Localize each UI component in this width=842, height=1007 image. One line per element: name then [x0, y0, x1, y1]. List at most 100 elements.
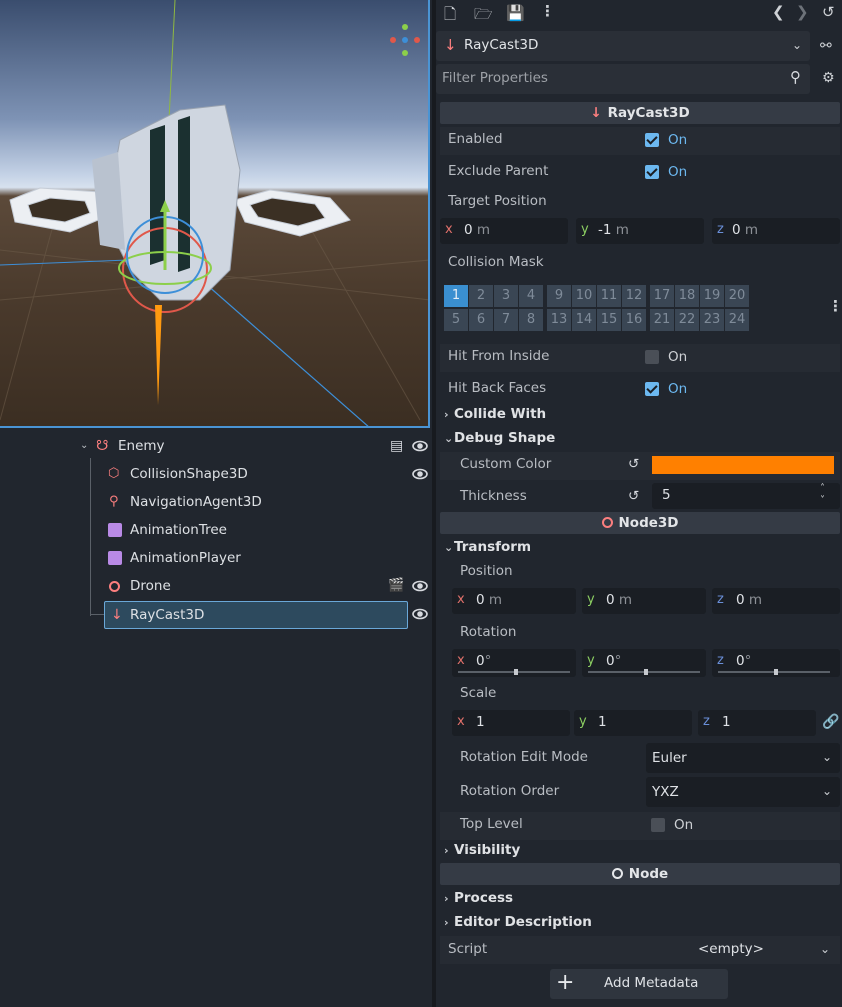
tree-item-drone[interactable]: Drone 🎬 — [104, 573, 420, 599]
section-debug-shape[interactable]: ⌄Debug Shape — [444, 430, 555, 446]
collision-layer-17[interactable]: 17 — [650, 285, 674, 307]
clapperboard-icon[interactable]: 🎬 — [388, 573, 404, 599]
thickness-spinbox[interactable]: 5 ˄ ˅ — [652, 483, 840, 509]
history-forward-icon[interactable]: ❯ — [796, 3, 809, 21]
tools-settings-icon[interactable]: ⚙ — [822, 70, 835, 86]
object-properties-icon[interactable]: ⚯ — [820, 38, 832, 54]
tree-item-enemy[interactable]: ⌄ ☋ Enemy ▤ — [80, 433, 420, 459]
section-process[interactable]: › Process — [444, 890, 513, 906]
rotation-z-slider[interactable] — [718, 669, 830, 675]
rotation-z-field[interactable]: z 0° — [712, 649, 840, 677]
scale-z-field[interactable]: z 1 — [698, 710, 816, 736]
collision-layer-6[interactable]: 6 — [469, 309, 493, 331]
collision-mask-grid[interactable]: 1 2 3 4 9 10 11 12 17 18 19 20 5 6 7 8 13 14 15 16 21 22 23 24 — [444, 285, 768, 333]
section-editor-description[interactable]: › Editor Description — [444, 914, 592, 930]
link-chain-icon[interactable]: 🔗 — [822, 714, 839, 730]
enabled-checkbox[interactable] — [645, 133, 659, 147]
add-metadata-label: Add Metadata — [604, 975, 699, 991]
collision-layer-3[interactable]: 3 — [494, 285, 518, 307]
collision-layer-18[interactable]: 18 — [675, 285, 699, 307]
3d-viewport[interactable] — [0, 0, 430, 428]
tree-item-raycast3d[interactable]: ↓ RayCast3D — [104, 601, 408, 629]
axis-z-label: z — [717, 653, 724, 668]
rotation-edit-mode-dropdown[interactable]: Euler ⌄ — [646, 743, 840, 773]
custom-color-label: Custom Color — [460, 456, 552, 472]
rotation-order-dropdown[interactable]: YXZ ⌄ — [646, 777, 840, 807]
tree-item-animationplayer[interactable]: AnimationPlayer — [104, 545, 420, 571]
tree-item-label: AnimationTree — [130, 522, 227, 538]
collision-layer-5[interactable]: 5 — [444, 309, 468, 331]
collision-layer-24[interactable]: 24 — [725, 309, 749, 331]
collision-layer-15[interactable]: 15 — [597, 309, 621, 331]
scale-y-field[interactable]: y 1 — [574, 710, 692, 736]
visibility-eye-icons[interactable] — [412, 440, 428, 640]
custom-color-swatch[interactable] — [652, 456, 834, 474]
rotation-y-field[interactable]: y 0° — [582, 649, 706, 677]
tree-item-collisionshape3d[interactable]: ⬡ CollisionShape3D — [104, 461, 420, 487]
open-folder-icon[interactable]: 🗁 — [474, 4, 493, 29]
unit-label: m — [476, 222, 491, 238]
collision-layer-13[interactable]: 13 — [547, 309, 571, 331]
tree-connector — [90, 614, 104, 615]
history-back-icon[interactable]: ❮ — [772, 3, 785, 21]
node-selector-dropdown[interactable]: ↓ RayCast3D ⌄ — [436, 31, 810, 61]
collision-layer-8[interactable]: 8 — [519, 309, 543, 331]
collision-layer-12[interactable]: 12 — [622, 285, 646, 307]
chevron-down-icon: ⌄ — [820, 942, 831, 956]
category-label: Node3D — [618, 515, 679, 531]
rotation-x-field[interactable]: x 0° — [452, 649, 576, 677]
tree-item-animationtree[interactable]: AnimationTree — [104, 517, 420, 543]
position-z-field[interactable]: z 0 m — [712, 588, 840, 614]
chevron-down-icon[interactable]: ⌄ — [80, 433, 88, 459]
collision-layer-9[interactable]: 9 — [547, 285, 571, 307]
revert-icon[interactable]: ↺ — [628, 488, 639, 504]
more-menu-icon[interactable]: ⋮ — [540, 2, 555, 20]
position-x-field[interactable]: x 0 m — [452, 588, 576, 614]
collision-layer-10[interactable]: 10 — [572, 285, 596, 307]
layer-menu-icon[interactable]: ⋮ — [828, 297, 842, 315]
history-icon[interactable]: ↺ — [822, 3, 835, 21]
hit-back-faces-checkbox[interactable] — [645, 382, 659, 396]
axis-x-label: x — [445, 222, 453, 237]
script-resource-picker[interactable]: <empty> ⌄ — [646, 936, 840, 964]
collision-layer-2[interactable]: 2 — [469, 285, 493, 307]
rotation-x-slider[interactable] — [458, 669, 570, 675]
target-x-field[interactable]: x 0 m — [440, 218, 568, 244]
target-y-field[interactable]: y -1 m — [576, 218, 704, 244]
collision-layer-7[interactable]: 7 — [494, 309, 518, 331]
new-resource-icon[interactable]: 🗋 — [444, 4, 456, 29]
target-z-field[interactable]: z 0 m — [712, 218, 840, 244]
top-level-checkbox[interactable] — [651, 818, 665, 832]
save-icon[interactable]: 💾 — [506, 4, 525, 22]
section-collide-with[interactable]: › Collide With — [444, 406, 546, 422]
rotation-y-slider[interactable] — [588, 669, 700, 675]
exclude-parent-value: On — [668, 164, 688, 180]
scale-x-value: 1 — [476, 714, 485, 730]
collision-layer-14[interactable]: 14 — [572, 309, 596, 331]
collision-layer-4[interactable]: 4 — [519, 285, 543, 307]
spin-arrows-icon[interactable]: ˄ ˅ — [820, 483, 825, 507]
unit-label: ° — [484, 653, 492, 669]
hit-from-inside-checkbox[interactable] — [645, 350, 659, 364]
collision-layer-11[interactable]: 11 — [597, 285, 621, 307]
section-transform[interactable]: ⌄Transform — [444, 539, 531, 555]
collision-layer-16[interactable]: 16 — [622, 309, 646, 331]
collision-layer-21[interactable]: 21 — [650, 309, 674, 331]
target-position-label: Target Position — [448, 193, 547, 209]
collision-layer-23[interactable]: 23 — [700, 309, 724, 331]
scale-x-field[interactable]: x 1 — [452, 710, 570, 736]
position-y-field[interactable]: y 0 m — [582, 588, 706, 614]
revert-icon[interactable]: ↺ — [628, 456, 639, 472]
collision-layer-19[interactable]: 19 — [700, 285, 724, 307]
section-visibility[interactable]: › Visibility — [444, 842, 520, 858]
collision-layer-1[interactable]: 1 — [444, 285, 468, 307]
tree-item-label: Enemy — [118, 438, 165, 454]
tree-item-navigationagent3d[interactable]: ⚲ NavigationAgent3D — [104, 489, 420, 515]
category-node3d: Node3D — [440, 512, 840, 534]
filter-properties-input[interactable]: Filter Properties ⚲ — [436, 64, 810, 94]
collision-layer-20[interactable]: 20 — [725, 285, 749, 307]
script-icon[interactable]: ▤ — [390, 433, 403, 459]
add-metadata-button[interactable]: + Add Metadata — [550, 969, 728, 999]
collision-layer-22[interactable]: 22 — [675, 309, 699, 331]
exclude-parent-checkbox[interactable] — [645, 165, 659, 179]
